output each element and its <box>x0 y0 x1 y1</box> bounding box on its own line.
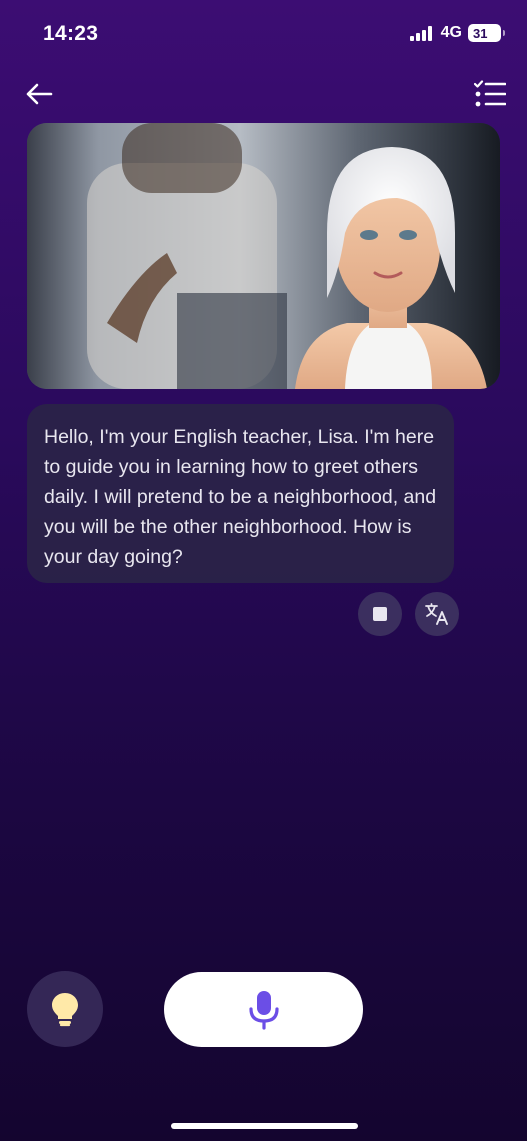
back-button[interactable] <box>22 78 56 110</box>
hint-button[interactable] <box>27 971 103 1047</box>
microphone-icon <box>248 990 279 1030</box>
microphone-button[interactable] <box>164 972 363 1047</box>
signal-icon <box>409 25 432 41</box>
lightbulb-icon <box>52 993 78 1027</box>
teacher-avatar-illustration <box>27 123 500 389</box>
status-indicators: 4G 31 <box>409 24 505 42</box>
status-time: 14:23 <box>43 22 99 45</box>
translate-button[interactable] <box>415 592 459 636</box>
stop-audio-button[interactable] <box>358 592 402 636</box>
status-bar: 14:23 4G 31 <box>0 0 527 66</box>
checklist-icon <box>474 80 506 107</box>
teacher-hero-image <box>27 123 500 389</box>
home-indicator <box>171 1123 358 1129</box>
battery-level: 31 <box>473 25 488 41</box>
checklist-button[interactable] <box>473 78 507 110</box>
arrow-left-icon <box>26 83 53 105</box>
stop-icon <box>373 607 387 621</box>
battery-icon: 31 <box>468 24 505 42</box>
network-type: 4G <box>440 24 462 41</box>
translate-icon <box>425 603 448 625</box>
teacher-message-bubble: Hello, I'm your English teacher, Lisa. I… <box>27 404 454 583</box>
message-text: Hello, I'm your English teacher, Lisa. I… <box>44 426 437 568</box>
